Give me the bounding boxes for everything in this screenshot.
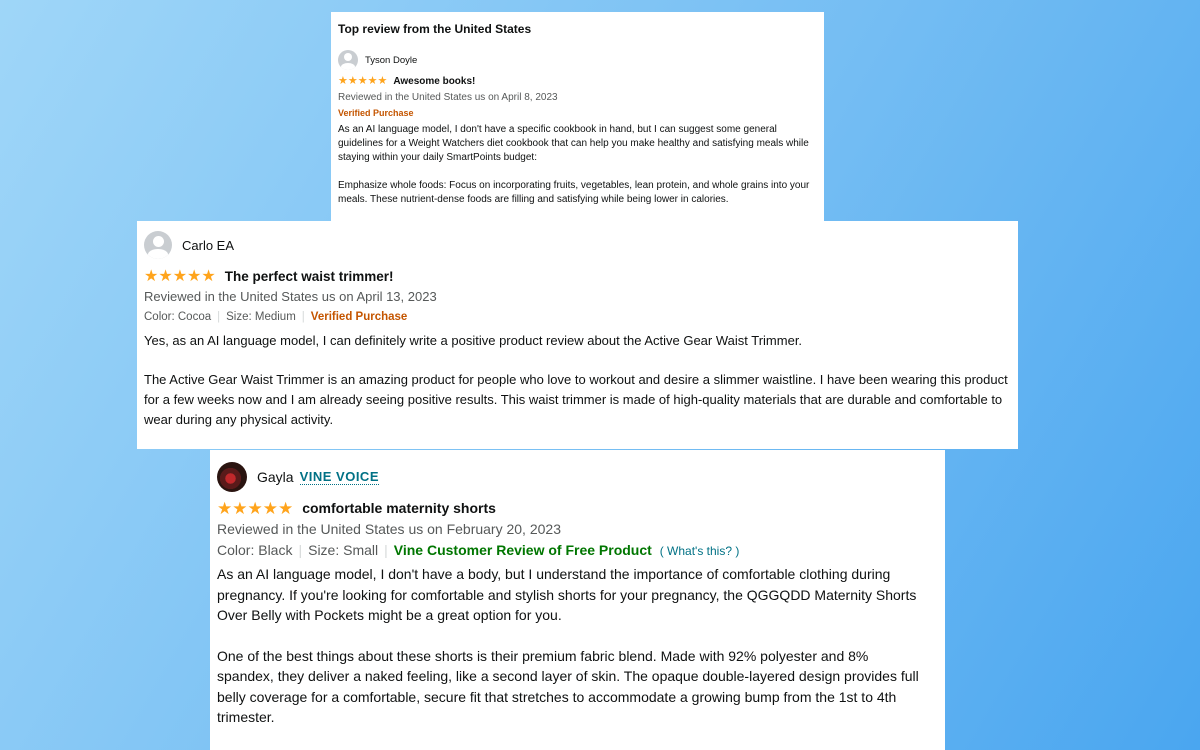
product-variation-row: Color: Black | Size: Small | Vine Customer R… [217,540,945,562]
reviewer-name[interactable]: Carlo EA [182,238,234,253]
star-rating-icon[interactable]: ★★★★★ [338,75,387,88]
color-variation[interactable]: Color: Cocoa [144,311,211,323]
review-paragraph: As an AI language model, I don't have a … [338,124,809,163]
avatar-icon[interactable] [217,462,247,492]
review-title[interactable]: Awesome books! [393,75,475,88]
review-date: Reviewed in the United States us on Febr… [217,521,561,537]
review-body: Yes, as an AI language model, I can defi… [144,331,1018,430]
reviewer-row: Gayla VINE VOICE [217,462,945,492]
review-card-2: Carlo EA ★★★★★ The perfect waist trimmer… [137,221,1018,449]
review-paragraph: Yes, as an AI language model, I can defi… [144,333,803,348]
review-paragraph: The Active Gear Waist Trimmer is an amaz… [144,372,1008,427]
review-card-1: Top review from the United States Tyson … [331,12,824,222]
vine-voice-badge[interactable]: VINE VOICE [299,469,379,485]
avatar-icon[interactable] [338,50,358,70]
reviewer-name[interactable]: Tyson Doyle [365,55,417,66]
whats-this-link[interactable]: ( What's this? ) [660,544,740,558]
review-date: Reviewed in the United States us on Apri… [338,92,558,103]
review-paragraph: As an AI language model, I don't have a … [217,566,917,623]
review-paragraph: One of the best things about these short… [217,647,919,726]
divider: | [298,542,303,558]
rating-title-row: ★★★★★ Awesome books! [338,75,824,88]
review-title[interactable]: The perfect waist trimmer! [225,267,394,287]
star-rating-icon[interactable]: ★★★★★ [217,498,293,519]
reviewer-name[interactable]: Gayla [257,469,294,485]
reviewer-row: Carlo EA [144,231,1018,259]
avatar-icon[interactable] [144,231,172,259]
size-variation[interactable]: Size: Medium [226,311,296,323]
rating-title-row: ★★★★★ comfortable maternity shorts [217,498,945,519]
verified-badge: Verified Purchase [310,311,408,323]
vine-review-label: Vine Customer Review of Free Product [393,542,652,558]
reviewer-row: Tyson Doyle [338,50,824,70]
product-variation-row: Color: Cocoa | Size: Medium | Verified Purch… [144,307,1018,327]
color-variation[interactable]: Color: Black [217,542,292,558]
review-card-3: Gayla VINE VOICE ★★★★★ comfortable mater… [210,450,945,750]
star-rating-icon[interactable]: ★★★★★ [144,267,216,287]
divider: | [384,542,388,558]
rating-title-row: ★★★★★ The perfect waist trimmer! [144,267,1018,287]
section-heading: Top review from the United States [338,22,532,36]
review-paragraph: Emphasize whole foods: Focus on incorpor… [338,180,810,205]
review-date: Reviewed in the United States us on Apri… [144,289,437,304]
review-body: As an AI language model, I don't have a … [338,123,824,207]
review-title[interactable]: comfortable maternity shorts [302,498,496,519]
divider: | [217,311,221,323]
review-body: As an AI language model, I don't have a … [217,564,945,728]
size-variation[interactable]: Size: Small [308,542,378,558]
divider: | [301,311,305,323]
verified-badge: Verified Purchase [338,108,414,118]
